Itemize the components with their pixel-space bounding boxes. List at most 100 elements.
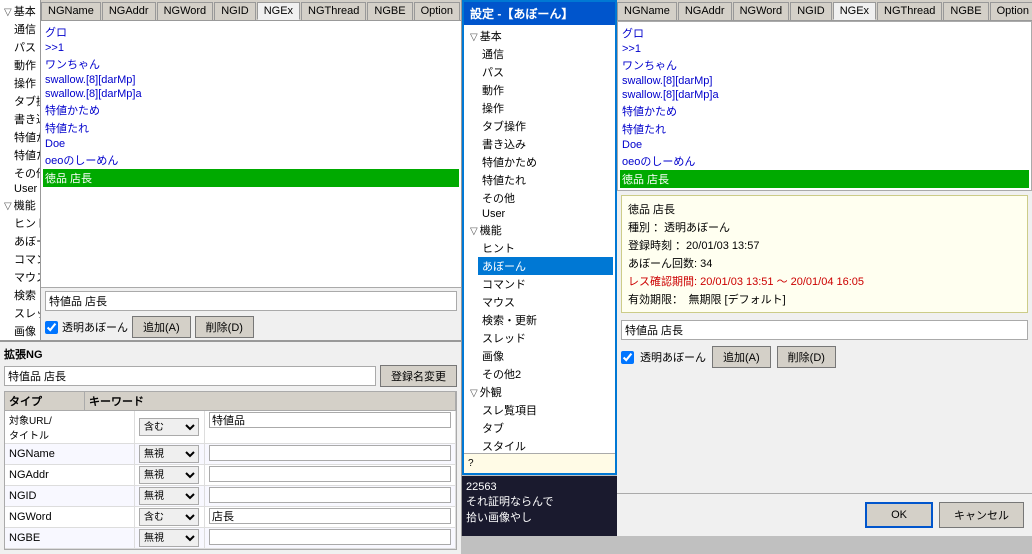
ng-entry-Doe[interactable]: Doe bbox=[43, 137, 459, 151]
mid-tree-特値かため[interactable]: 特値かため bbox=[478, 153, 613, 171]
register-name-button[interactable]: 登録名変更 bbox=[380, 365, 457, 387]
tree-item-User[interactable]: User bbox=[12, 182, 38, 196]
tree-item-あぼーん[interactable]: あぼーん bbox=[12, 232, 38, 250]
tab-option-right[interactable]: Option bbox=[990, 2, 1032, 20]
mid-tree-スタイル[interactable]: スタイル bbox=[478, 437, 613, 453]
select-ngword[interactable]: 含む無視 bbox=[135, 507, 205, 527]
tab-ngbe-right[interactable]: NGBE bbox=[943, 2, 988, 20]
tree-item-特値たれ[interactable]: 特値たれ bbox=[12, 146, 38, 164]
ng-entry-swallow2[interactable]: swallow.[8][darMp]a bbox=[43, 87, 459, 101]
select-ngaddr-dropdown[interactable]: 無視含む bbox=[139, 466, 199, 484]
keyword-url-input[interactable] bbox=[209, 412, 451, 428]
mid-tree-スレッド[interactable]: スレッド bbox=[478, 329, 613, 347]
mid-tree-その他[interactable]: その他 bbox=[478, 189, 613, 207]
mid-tree-タブ操作[interactable]: タブ操作 bbox=[478, 117, 613, 135]
tree-item-スレッド[interactable]: スレッド bbox=[12, 304, 38, 322]
tab-ngex-right[interactable]: NGEx bbox=[833, 2, 876, 20]
select-ngbe-dropdown[interactable]: 無視含む bbox=[139, 529, 199, 547]
tab-ngid-right[interactable]: NGID bbox=[790, 2, 832, 20]
select-ngaddr[interactable]: 無視含む bbox=[135, 465, 205, 485]
mid-tree-スレ覧項目[interactable]: スレ覧項目 bbox=[478, 401, 613, 419]
tab-ngaddr-left[interactable]: NGAddr bbox=[102, 2, 156, 20]
mid-tree-機能[interactable]: ▽機能 bbox=[466, 221, 613, 239]
help-button[interactable]: ? bbox=[464, 453, 615, 473]
mid-tree-User[interactable]: User bbox=[478, 207, 613, 221]
transparent-checkbox-right[interactable] bbox=[621, 351, 634, 364]
right-ng-entry-swallow2[interactable]: swallow.[8][darMp]a bbox=[620, 88, 1029, 102]
right-ng-input[interactable] bbox=[621, 320, 1028, 340]
tab-ngaddr-right[interactable]: NGAddr bbox=[678, 2, 732, 20]
tree-item-基本[interactable]: ▽基本 bbox=[2, 2, 38, 20]
right-ng-entry-swallow1[interactable]: swallow.[8][darMp] bbox=[620, 74, 1029, 88]
tab-ngname-left[interactable]: NGName bbox=[41, 2, 101, 20]
tab-ngid-left[interactable]: NGID bbox=[214, 2, 256, 20]
tab-ngword-right[interactable]: NGWord bbox=[733, 2, 790, 20]
ng-entry-特値かため[interactable]: 特値かため bbox=[43, 101, 459, 119]
delete-button-right[interactable]: 削除(D) bbox=[777, 346, 836, 368]
ng-name-input[interactable] bbox=[4, 366, 376, 386]
mid-tree-通信[interactable]: 通信 bbox=[478, 45, 613, 63]
mid-tree-検索更新[interactable]: 検索・更新 bbox=[478, 311, 613, 329]
select-ngid-dropdown[interactable]: 無視含む bbox=[139, 487, 199, 505]
add-button-left[interactable]: 追加(A) bbox=[132, 316, 191, 338]
tree-item-書き込み[interactable]: 書き込み bbox=[12, 110, 38, 128]
mid-tree-画像[interactable]: 画像 bbox=[478, 347, 613, 365]
mid-tree-マウス[interactable]: マウス bbox=[478, 293, 613, 311]
keyword-ngid-input[interactable] bbox=[209, 487, 451, 503]
right-ng-entry-oeo[interactable]: oeoのしーめん bbox=[620, 152, 1029, 170]
select-ngbe[interactable]: 無視含む bbox=[135, 528, 205, 548]
delete-button-left[interactable]: 削除(D) bbox=[195, 316, 254, 338]
tab-ngex-left[interactable]: NGEx bbox=[257, 2, 300, 20]
keyword-ngword-input[interactable] bbox=[209, 508, 451, 524]
ng-entry-oeo[interactable]: oeoのしーめん bbox=[43, 151, 459, 169]
right-ng-entry-特値たれ[interactable]: 特値たれ bbox=[620, 120, 1029, 138]
mid-tree-ヒント[interactable]: ヒント bbox=[478, 239, 613, 257]
ng-entry-グロ[interactable]: グロ bbox=[43, 23, 459, 41]
ng-entry-swallow1[interactable]: swallow.[8][darMp] bbox=[43, 73, 459, 87]
tree-item-特値かため[interactable]: 特値かため bbox=[12, 128, 38, 146]
tree-item-機能[interactable]: ▽機能 bbox=[2, 196, 38, 214]
mid-tree-基本[interactable]: ▽基本 bbox=[466, 27, 613, 45]
tree-item-画像[interactable]: 画像 bbox=[12, 322, 38, 340]
right-ng-entry-ワンちゃん[interactable]: ワンちゃん bbox=[620, 56, 1029, 74]
ng-entry-特値たれ[interactable]: 特値たれ bbox=[43, 119, 459, 137]
tree-item-タブ操作[interactable]: タブ操作 bbox=[12, 92, 38, 110]
tab-ngthread-right[interactable]: NGThread bbox=[877, 2, 942, 20]
tree-item-ヒント[interactable]: ヒント bbox=[12, 214, 38, 232]
cancel-button[interactable]: キャンセル bbox=[939, 502, 1024, 528]
tab-ngthread-left[interactable]: NGThread bbox=[301, 2, 366, 20]
right-ng-entry-徳品店長[interactable]: 徳品 店長 bbox=[620, 170, 1029, 188]
tree-item-マウス[interactable]: マウス bbox=[12, 268, 38, 286]
tab-ngname-right[interactable]: NGName bbox=[617, 2, 677, 20]
keyword-ngaddr-input[interactable] bbox=[209, 466, 451, 482]
right-ng-entry-特値かため[interactable]: 特値かため bbox=[620, 102, 1029, 120]
select-url[interactable]: 含む無視 bbox=[135, 411, 205, 443]
select-ngid[interactable]: 無視含む bbox=[135, 486, 205, 506]
mid-tree-書き込み[interactable]: 書き込み bbox=[478, 135, 613, 153]
select-ngword-dropdown[interactable]: 含む無視 bbox=[139, 508, 199, 526]
right-ng-entry-Doe[interactable]: Doe bbox=[620, 138, 1029, 152]
tree-item-動作[interactable]: 動作 bbox=[12, 56, 38, 74]
right-ng-entry-1[interactable]: >>1 bbox=[620, 42, 1029, 56]
tree-item-通信[interactable]: 通信 bbox=[12, 20, 38, 38]
tree-item-その他[interactable]: その他 bbox=[12, 164, 38, 182]
tab-ngbe-left[interactable]: NGBE bbox=[367, 2, 412, 20]
mid-tree-動作[interactable]: 動作 bbox=[478, 81, 613, 99]
mid-tree-特値たれ[interactable]: 特値たれ bbox=[478, 171, 613, 189]
tab-option-left[interactable]: Option bbox=[414, 2, 460, 20]
select-ngname[interactable]: 無視含む bbox=[135, 444, 205, 464]
tree-item-検索更新[interactable]: 検索・更新 bbox=[12, 286, 38, 304]
ng-entry-ワンちゃん[interactable]: ワンちゃん bbox=[43, 55, 459, 73]
left-ng-input[interactable] bbox=[45, 291, 457, 311]
ng-entry-徳品店長[interactable]: 徳品 店長 bbox=[43, 169, 459, 187]
ok-button[interactable]: OK bbox=[865, 502, 933, 528]
add-button-right[interactable]: 追加(A) bbox=[712, 346, 771, 368]
right-ng-entry-グロ[interactable]: グロ bbox=[620, 24, 1029, 42]
tree-item-操作[interactable]: 操作 bbox=[12, 74, 38, 92]
keyword-ngname-input[interactable] bbox=[209, 445, 451, 461]
select-ngname-dropdown[interactable]: 無視含む bbox=[139, 445, 199, 463]
mid-tree-その他2[interactable]: その他2 bbox=[478, 365, 613, 383]
keyword-ngbe-input[interactable] bbox=[209, 529, 451, 545]
select-url-dropdown[interactable]: 含む無視 bbox=[139, 418, 199, 436]
tree-item-コマンド[interactable]: コマンド bbox=[12, 250, 38, 268]
